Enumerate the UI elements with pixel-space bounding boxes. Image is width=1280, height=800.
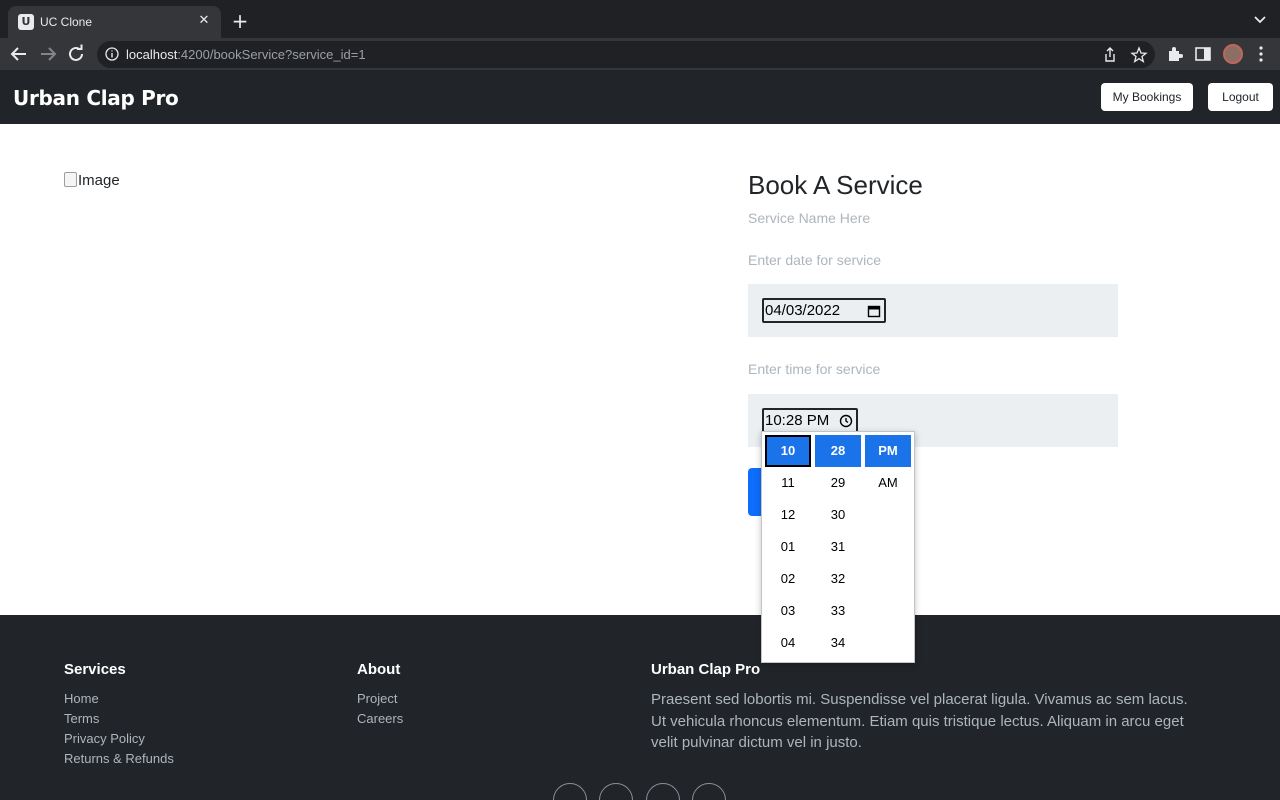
minute-option[interactable]: 33	[815, 595, 861, 627]
browser-menu-icon[interactable]	[1251, 44, 1271, 64]
site-info-icon[interactable]	[105, 47, 119, 61]
reload-icon[interactable]	[64, 42, 88, 66]
footer-link-terms[interactable]: Terms	[64, 711, 99, 726]
logout-button[interactable]: Logout	[1208, 83, 1273, 111]
service-image: Image	[64, 172, 120, 189]
hour-option[interactable]: 04	[765, 627, 811, 659]
date-field-container: 04/03/2022	[748, 284, 1118, 337]
hour-option[interactable]: 02	[765, 563, 811, 595]
browser-tab[interactable]: U UC Clone ✕	[8, 6, 221, 38]
main-content: Image Book A Service Service Name Here E…	[0, 124, 1280, 615]
new-tab-icon[interactable]: +	[229, 10, 251, 32]
time-input[interactable]: 10:28 PM	[762, 408, 858, 433]
close-tab-icon[interactable]: ✕	[195, 12, 213, 30]
meridiem-option[interactable]: PM	[865, 435, 911, 467]
site-footer: Services Home Terms Privacy Policy Retur…	[0, 615, 1280, 800]
footer-about-heading: About	[357, 661, 401, 678]
footer-link-project[interactable]: Project	[357, 691, 397, 706]
tab-search-chevron-icon[interactable]	[1252, 11, 1268, 27]
minute-option[interactable]: 31	[815, 531, 861, 563]
clock-icon[interactable]	[839, 414, 853, 428]
social-link-icon[interactable]	[692, 783, 726, 800]
side-panel-icon[interactable]	[1193, 44, 1213, 64]
time-label: Enter time for service	[748, 361, 881, 377]
page-title: Book A Service	[748, 170, 923, 200]
footer-link-returns-refunds[interactable]: Returns & Refunds	[64, 751, 174, 766]
my-bookings-button[interactable]: My Bookings	[1101, 83, 1193, 111]
url-text[interactable]: localhost:4200/bookService?service_id=1	[126, 47, 366, 62]
hour-option[interactable]: 11	[765, 467, 811, 499]
footer-link-home[interactable]: Home	[64, 691, 99, 706]
tab-favicon-icon: U	[18, 14, 34, 30]
tab-title: UC Clone	[40, 15, 93, 29]
address-bar[interactable]: localhost:4200/bookService?service_id=1	[97, 41, 1155, 68]
meridiem-option[interactable]: AM	[865, 467, 911, 499]
bookmark-star-icon[interactable]	[1130, 46, 1148, 64]
hour-option[interactable]: 12	[765, 499, 811, 531]
brand-logo-text[interactable]: Urban Clap Pro	[13, 86, 179, 110]
url-host: localhost	[126, 47, 178, 62]
extensions-puzzle-icon[interactable]	[1165, 44, 1185, 64]
browser-tabstrip: U UC Clone ✕ +	[0, 0, 1280, 38]
social-link-icon[interactable]	[553, 783, 587, 800]
social-link-icon[interactable]	[599, 783, 633, 800]
forward-arrow-icon[interactable]	[36, 42, 60, 66]
date-input[interactable]: 04/03/2022	[762, 298, 886, 323]
hour-option[interactable]: 03	[765, 595, 811, 627]
social-link-icon[interactable]	[646, 783, 680, 800]
browser-toolbar: localhost:4200/bookService?service_id=1	[0, 38, 1280, 70]
minute-option[interactable]: 29	[815, 467, 861, 499]
footer-link-careers[interactable]: Careers	[357, 711, 403, 726]
footer-brand-heading: Urban Clap Pro	[651, 661, 761, 678]
minute-option[interactable]: 28	[815, 435, 861, 467]
profile-avatar[interactable]	[1223, 44, 1243, 64]
footer-services-heading: Services	[64, 661, 126, 678]
time-picker-dropdown: 10 11 12 01 02 03 04 28 29 30 31 32 33 3…	[761, 431, 915, 663]
minute-option[interactable]: 30	[815, 499, 861, 531]
service-name: Service Name Here	[748, 210, 871, 226]
date-value: 04/03/2022	[765, 302, 841, 319]
minute-option[interactable]: 32	[815, 563, 861, 595]
broken-image-icon	[64, 172, 77, 187]
minute-option[interactable]: 34	[815, 627, 861, 659]
calendar-icon[interactable]	[867, 304, 881, 318]
date-label: Enter date for service	[748, 252, 882, 268]
footer-link-privacy-policy[interactable]: Privacy Policy	[64, 731, 145, 746]
url-path: :4200/bookService?service_id=1	[177, 47, 366, 62]
service-image-alt: Image	[78, 172, 120, 189]
hour-option[interactable]: 01	[765, 531, 811, 563]
share-icon[interactable]	[1101, 46, 1119, 64]
hour-option[interactable]: 10	[765, 435, 811, 467]
time-value: 10:28 PM	[765, 412, 830, 429]
app-navbar: Urban Clap Pro My Bookings Logout	[0, 70, 1280, 124]
back-arrow-icon[interactable]	[7, 42, 31, 66]
footer-brand-text: Praesent sed lobortis mi. Suspendisse ve…	[651, 691, 1188, 751]
